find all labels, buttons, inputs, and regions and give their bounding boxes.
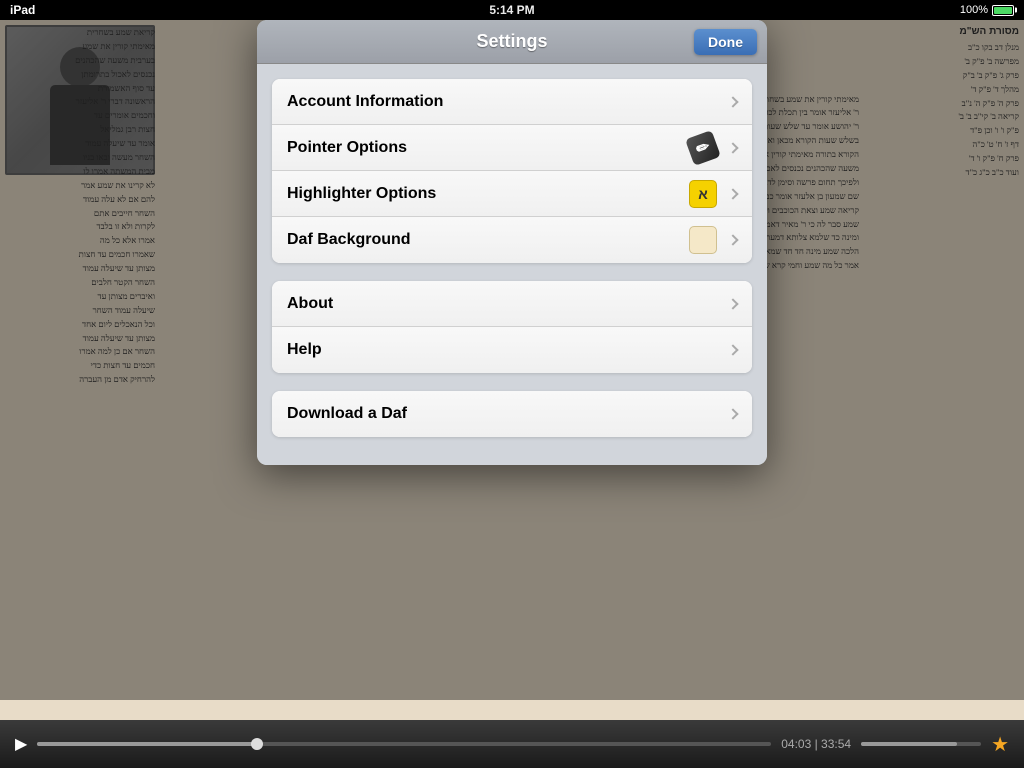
row-highlighter-options-accessory: א <box>689 180 737 208</box>
progress-thumb <box>251 738 263 750</box>
row-help-accessory <box>725 346 737 354</box>
settings-title: Settings <box>476 31 547 52</box>
row-download-daf[interactable]: Download a Daf <box>272 391 752 437</box>
star-button[interactable]: ★ <box>991 732 1009 757</box>
row-about-accessory <box>725 300 737 308</box>
row-highlighter-options-label: Highlighter Options <box>287 185 689 203</box>
time-display: 04:03 | 33:54 <box>781 737 851 751</box>
row-pointer-options-label: Pointer Options <box>287 139 689 157</box>
row-help-label: Help <box>287 341 725 359</box>
row-daf-background-accessory <box>689 226 737 254</box>
chevron-icon <box>727 188 738 199</box>
settings-group-3: Download a Daf <box>272 391 752 437</box>
row-download-daf-accessory <box>725 410 737 418</box>
row-about[interactable]: About <box>272 281 752 327</box>
progress-fill <box>37 742 257 746</box>
row-daf-background-label: Daf Background <box>287 231 689 249</box>
settings-group-2: About Help <box>272 281 752 373</box>
row-account-information-label: Account Information <box>287 93 725 111</box>
chevron-icon <box>727 234 738 245</box>
row-help[interactable]: Help <box>272 327 752 373</box>
hebrew-alef-icon: א <box>689 180 717 208</box>
time-label: 5:14 PM <box>489 3 534 17</box>
row-account-information-accessory <box>725 98 737 106</box>
chevron-icon <box>727 344 738 355</box>
settings-group-1: Account Information Pointer Options ✏ Hi… <box>272 79 752 263</box>
row-pointer-options-accessory: ✏ <box>689 134 737 162</box>
chevron-icon <box>727 298 738 309</box>
chevron-icon <box>727 142 738 153</box>
volume-fill <box>861 742 957 746</box>
chevron-icon <box>727 408 738 419</box>
cream-swatch-icon <box>689 226 717 254</box>
row-pointer-options[interactable]: Pointer Options ✏ <box>272 125 752 171</box>
battery-area: 100% <box>960 4 1014 16</box>
settings-panel: Settings Done Account Information Pointe… <box>257 20 767 465</box>
row-highlighter-options[interactable]: Highlighter Options א <box>272 171 752 217</box>
play-button[interactable]: ▶ <box>15 734 27 754</box>
row-download-daf-label: Download a Daf <box>287 405 725 423</box>
carrier-label: iPad <box>10 3 35 17</box>
battery-icon <box>992 5 1014 16</box>
status-bar: iPad 5:14 PM 100% <box>0 0 1024 20</box>
progress-bar[interactable] <box>37 742 771 746</box>
bottom-toolbar: ▶ 04:03 | 33:54 ★ <box>0 720 1024 768</box>
row-about-label: About <box>287 295 725 313</box>
chevron-icon <box>727 96 738 107</box>
row-daf-background[interactable]: Daf Background <box>272 217 752 263</box>
volume-bar[interactable] <box>861 742 981 746</box>
battery-percent: 100% <box>960 4 988 16</box>
done-button[interactable]: Done <box>694 29 757 55</box>
pencil-icon: ✏ <box>685 130 721 166</box>
settings-body: Account Information Pointer Options ✏ Hi… <box>257 64 767 465</box>
settings-header: Settings Done <box>257 20 767 64</box>
row-account-information[interactable]: Account Information <box>272 79 752 125</box>
